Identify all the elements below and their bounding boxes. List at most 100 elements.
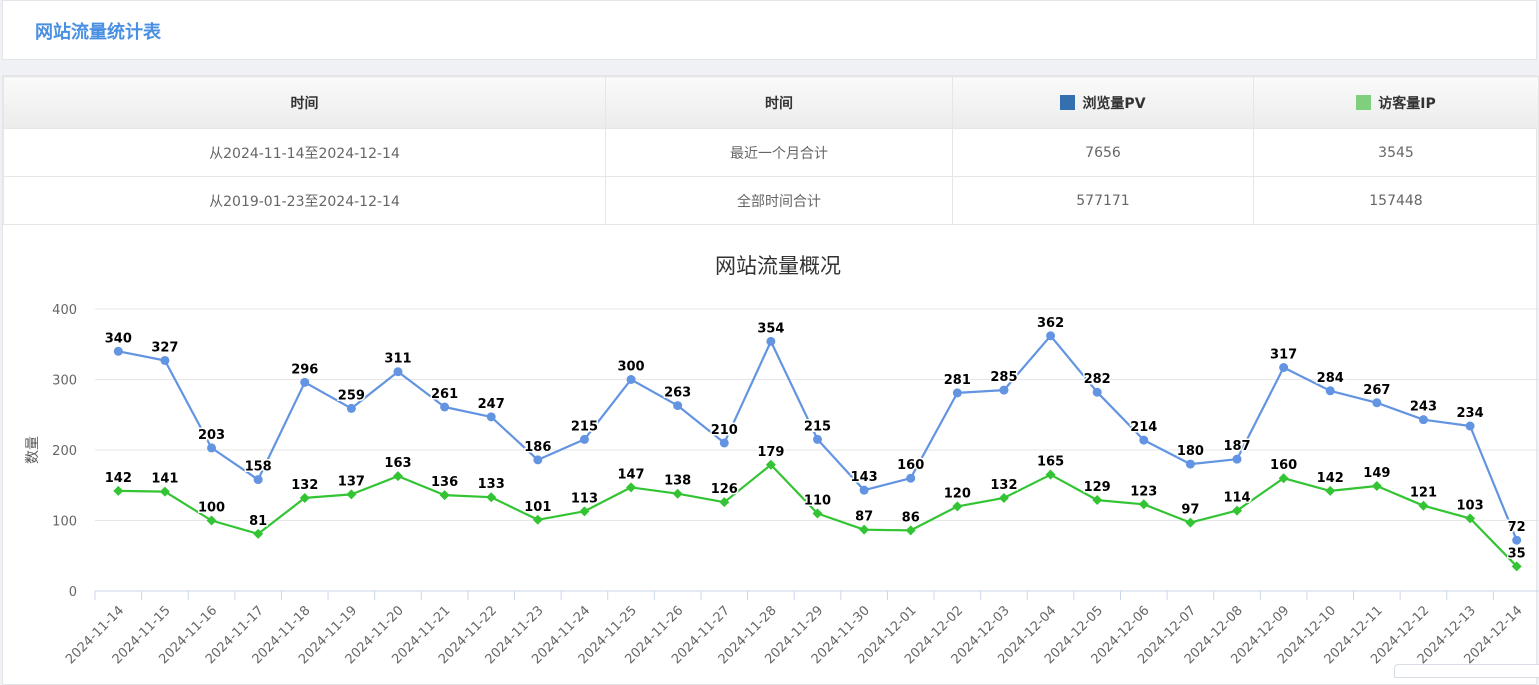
y-tick-label: 100	[52, 515, 77, 530]
data-point	[1371, 480, 1382, 491]
data-point	[719, 438, 729, 448]
data-label: 234	[1457, 406, 1484, 421]
data-label: 121	[1410, 486, 1437, 501]
data-point	[113, 485, 124, 496]
data-label: 120	[944, 486, 971, 501]
data-label: 243	[1410, 400, 1437, 415]
data-label: 163	[384, 456, 411, 471]
data-label: 179	[757, 445, 784, 460]
data-label: 247	[478, 397, 505, 412]
data-label: 103	[1457, 498, 1484, 513]
data-label: 97	[1181, 503, 1199, 518]
data-label: 284	[1317, 371, 1344, 386]
data-point	[1185, 517, 1196, 528]
data-point	[486, 412, 496, 422]
data-label: 126	[711, 482, 738, 497]
data-label: 340	[105, 331, 132, 346]
data-point	[673, 401, 683, 411]
data-point	[859, 524, 870, 535]
data-label: 214	[1130, 420, 1157, 435]
data-label: 138	[664, 474, 691, 489]
data-point	[1418, 500, 1429, 511]
data-label: 100	[198, 501, 225, 516]
data-label: 110	[804, 493, 831, 508]
data-point	[346, 489, 357, 500]
data-point	[579, 506, 590, 517]
data-point	[672, 488, 683, 499]
data-label: 142	[105, 471, 132, 486]
data-point	[1325, 485, 1336, 496]
data-label: 165	[1037, 455, 1064, 470]
data-label: 87	[855, 510, 873, 525]
data-label: 180	[1177, 444, 1204, 459]
data-point	[626, 375, 636, 384]
data-point	[253, 475, 263, 485]
data-point	[439, 490, 450, 501]
data-label: 81	[249, 514, 267, 529]
data-point	[1046, 331, 1056, 341]
y-tick-label: 200	[52, 444, 77, 459]
data-point	[1465, 421, 1475, 431]
data-label: 137	[338, 474, 365, 489]
data-point	[905, 525, 916, 536]
data-label: 300	[617, 360, 644, 375]
data-label: 132	[990, 478, 1017, 493]
data-label: 327	[151, 340, 178, 355]
data-point	[813, 434, 822, 444]
data-point	[159, 486, 170, 497]
data-label: 114	[1223, 491, 1250, 506]
data-label: 259	[338, 388, 365, 403]
data-point	[766, 336, 776, 346]
data-label: 158	[245, 460, 272, 475]
data-label: 142	[1317, 471, 1344, 486]
data-label: 215	[571, 419, 598, 434]
data-label: 101	[524, 500, 551, 515]
data-label: 281	[944, 373, 971, 388]
traffic-line-chart: 网站流量概况 数量 0 100 200 300 400 2024-11-142024-1…	[25, 254, 1539, 667]
data-label: 129	[1084, 480, 1111, 495]
data-label: 215	[804, 419, 831, 434]
data-point	[486, 492, 497, 503]
data-label: 261	[431, 387, 458, 402]
data-point	[1372, 398, 1382, 408]
data-label: 362	[1037, 316, 1064, 331]
y-tick-label: 300	[52, 374, 77, 389]
y-tick-label: 400	[52, 303, 77, 318]
data-point	[1138, 499, 1149, 510]
data-label: 296	[291, 362, 318, 377]
data-point	[113, 346, 123, 356]
data-point	[999, 385, 1009, 395]
data-label: 160	[1270, 458, 1297, 473]
data-point	[300, 377, 310, 387]
data-point	[160, 355, 170, 365]
data-point	[859, 485, 869, 495]
data-point	[1139, 435, 1149, 445]
data-label: 186	[524, 440, 551, 455]
data-point	[1512, 535, 1522, 545]
data-label: 136	[431, 475, 458, 490]
data-point	[1045, 469, 1056, 480]
data-point	[532, 514, 543, 525]
y-axis-label: 数量	[25, 436, 41, 464]
data-label: 123	[1130, 484, 1157, 499]
data-label: 311	[384, 352, 411, 367]
data-point	[1232, 454, 1242, 464]
series-layer	[113, 331, 1522, 572]
data-label: 282	[1084, 372, 1111, 387]
data-label: 203	[198, 428, 225, 443]
data-label: 133	[478, 477, 505, 492]
data-point	[952, 501, 963, 512]
data-point	[1092, 387, 1102, 397]
data-point	[346, 403, 356, 413]
data-label: 86	[902, 510, 920, 525]
data-point	[1325, 386, 1335, 396]
data-point	[1279, 363, 1289, 373]
data-point	[393, 367, 403, 377]
data-label: 35	[1508, 546, 1526, 561]
data-label: 72	[1508, 520, 1526, 535]
data-point	[206, 515, 217, 526]
data-label: 263	[664, 386, 691, 401]
data-label: 147	[617, 467, 644, 482]
data-point	[906, 473, 916, 483]
data-point	[533, 455, 543, 465]
